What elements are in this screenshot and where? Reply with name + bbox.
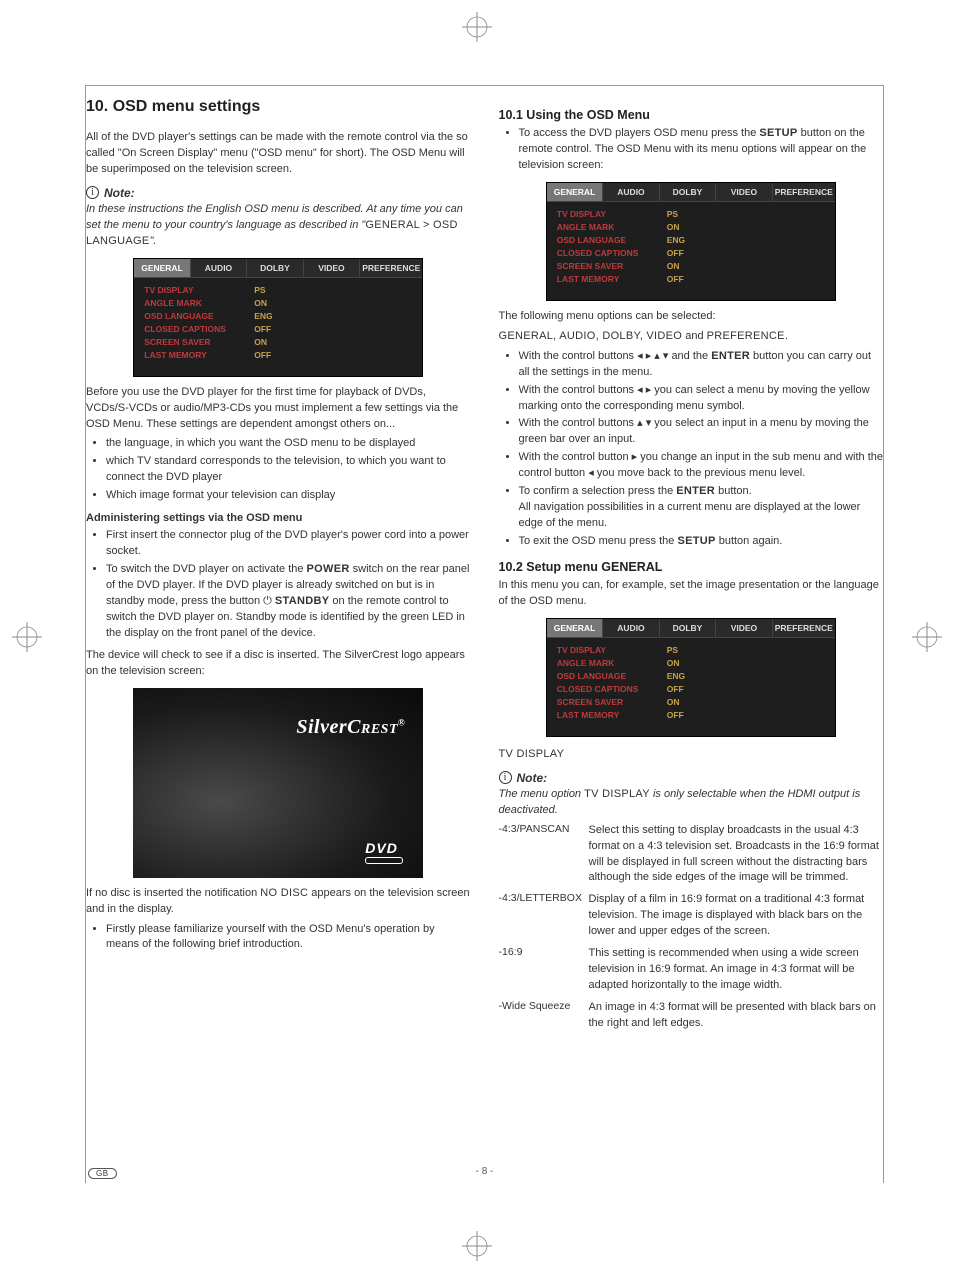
arrow-up-icon: ▴ — [637, 417, 646, 429]
using-list: To access the DVD players OSD menu press… — [499, 126, 884, 174]
info-icon: i — [499, 771, 512, 784]
standby-icon: ⏻ — [263, 595, 275, 607]
crop-mark-top — [462, 12, 492, 42]
osd-tab-preference: PREFERENCE — [360, 259, 422, 277]
nodisc-text: If no disc is inserted the notification … — [86, 886, 471, 918]
before-use-list: the language, in which you want the OSD … — [86, 436, 471, 504]
definition-list: -4:3/PANSCANSelect this setting to displ… — [499, 823, 884, 1032]
arrow-left-icon: ◂ — [637, 350, 646, 362]
left-column: 10. OSD menu settings All of the DVD pla… — [86, 98, 471, 1038]
note-heading-2: i Note: — [499, 771, 884, 785]
admin-list: First insert the connector plug of the D… — [86, 528, 471, 642]
osd-tab-general: GENERAL — [134, 259, 190, 277]
crop-mark-bottom — [462, 1231, 492, 1261]
right-column: 10.1 Using the OSD Menu To access the DV… — [499, 98, 884, 1038]
gb-badge: GB — [88, 1168, 117, 1179]
osd-tab-video: VIDEO — [304, 259, 360, 277]
nodisc-list: Firstly please familiarize yourself with… — [86, 922, 471, 954]
page-content: 10. OSD menu settings All of the DVD pla… — [85, 85, 884, 1183]
arrow-right-icon: ▸ — [646, 384, 655, 396]
arrow-left-icon: ◂ — [637, 384, 646, 396]
note-heading: i Note: — [86, 186, 471, 200]
tv-display-heading: TV DISPLAY — [499, 747, 884, 763]
splash-screen-figure: SilverCrest® DVD — [133, 688, 423, 878]
arrow-right-icon: ▸ — [632, 451, 641, 463]
crop-mark-right — [912, 622, 942, 652]
osd-tab-dolby: DOLBY — [247, 259, 303, 277]
arrow-right-icon: ▸ — [646, 350, 655, 362]
arrow-up-icon: ▴ — [654, 350, 663, 362]
section-title: 10. OSD menu settings — [86, 98, 471, 116]
following-options: GENERAL, AUDIO, DOLBY, VIDEO and PREFERE… — [499, 329, 884, 345]
info-icon: i — [86, 186, 99, 199]
page-number: - 8 - — [86, 1166, 883, 1177]
admin-after-text: The device will check to see if a disc i… — [86, 648, 471, 680]
osd-tab-audio: AUDIO — [191, 259, 247, 277]
h-10-2: 10.2 Setup menu GENERAL — [499, 560, 884, 574]
dvd-logo: DVD — [365, 840, 403, 864]
before-use-text: Before you use the DVD player for the fi… — [86, 385, 471, 433]
following-text: The following menu options can be select… — [499, 309, 884, 325]
h-10-1: 10.1 Using the OSD Menu — [499, 108, 884, 122]
silvercrest-logo: SilverCrest® — [296, 716, 405, 739]
osd-menu-figure-1: GENERAL AUDIO DOLBY VIDEO PREFERENCE TV … — [133, 258, 423, 377]
h102-intro: In this menu you can, for example, set t… — [499, 578, 884, 610]
note-text-2: The menu option TV DISPLAY is only selec… — [499, 787, 884, 819]
osd-menu-figure-2: GENERAL AUDIO DOLBY VIDEO PREFERENCE TV … — [546, 182, 836, 301]
note-text: In these instructions the English OSD me… — [86, 202, 471, 250]
control-buttons-list: With the control buttons ◂ ▸ ▴ ▾ and the… — [499, 349, 884, 550]
intro-paragraph: All of the DVD player's settings can be … — [86, 130, 471, 178]
admin-heading: Administering settings via the OSD menu — [86, 512, 471, 524]
arrow-down-icon: ▾ — [646, 417, 655, 429]
crop-mark-left — [12, 622, 42, 652]
arrow-left-icon: ◂ — [588, 467, 597, 479]
osd-menu-figure-3: GENERAL AUDIO DOLBY VIDEO PREFERENCE TV … — [546, 618, 836, 737]
